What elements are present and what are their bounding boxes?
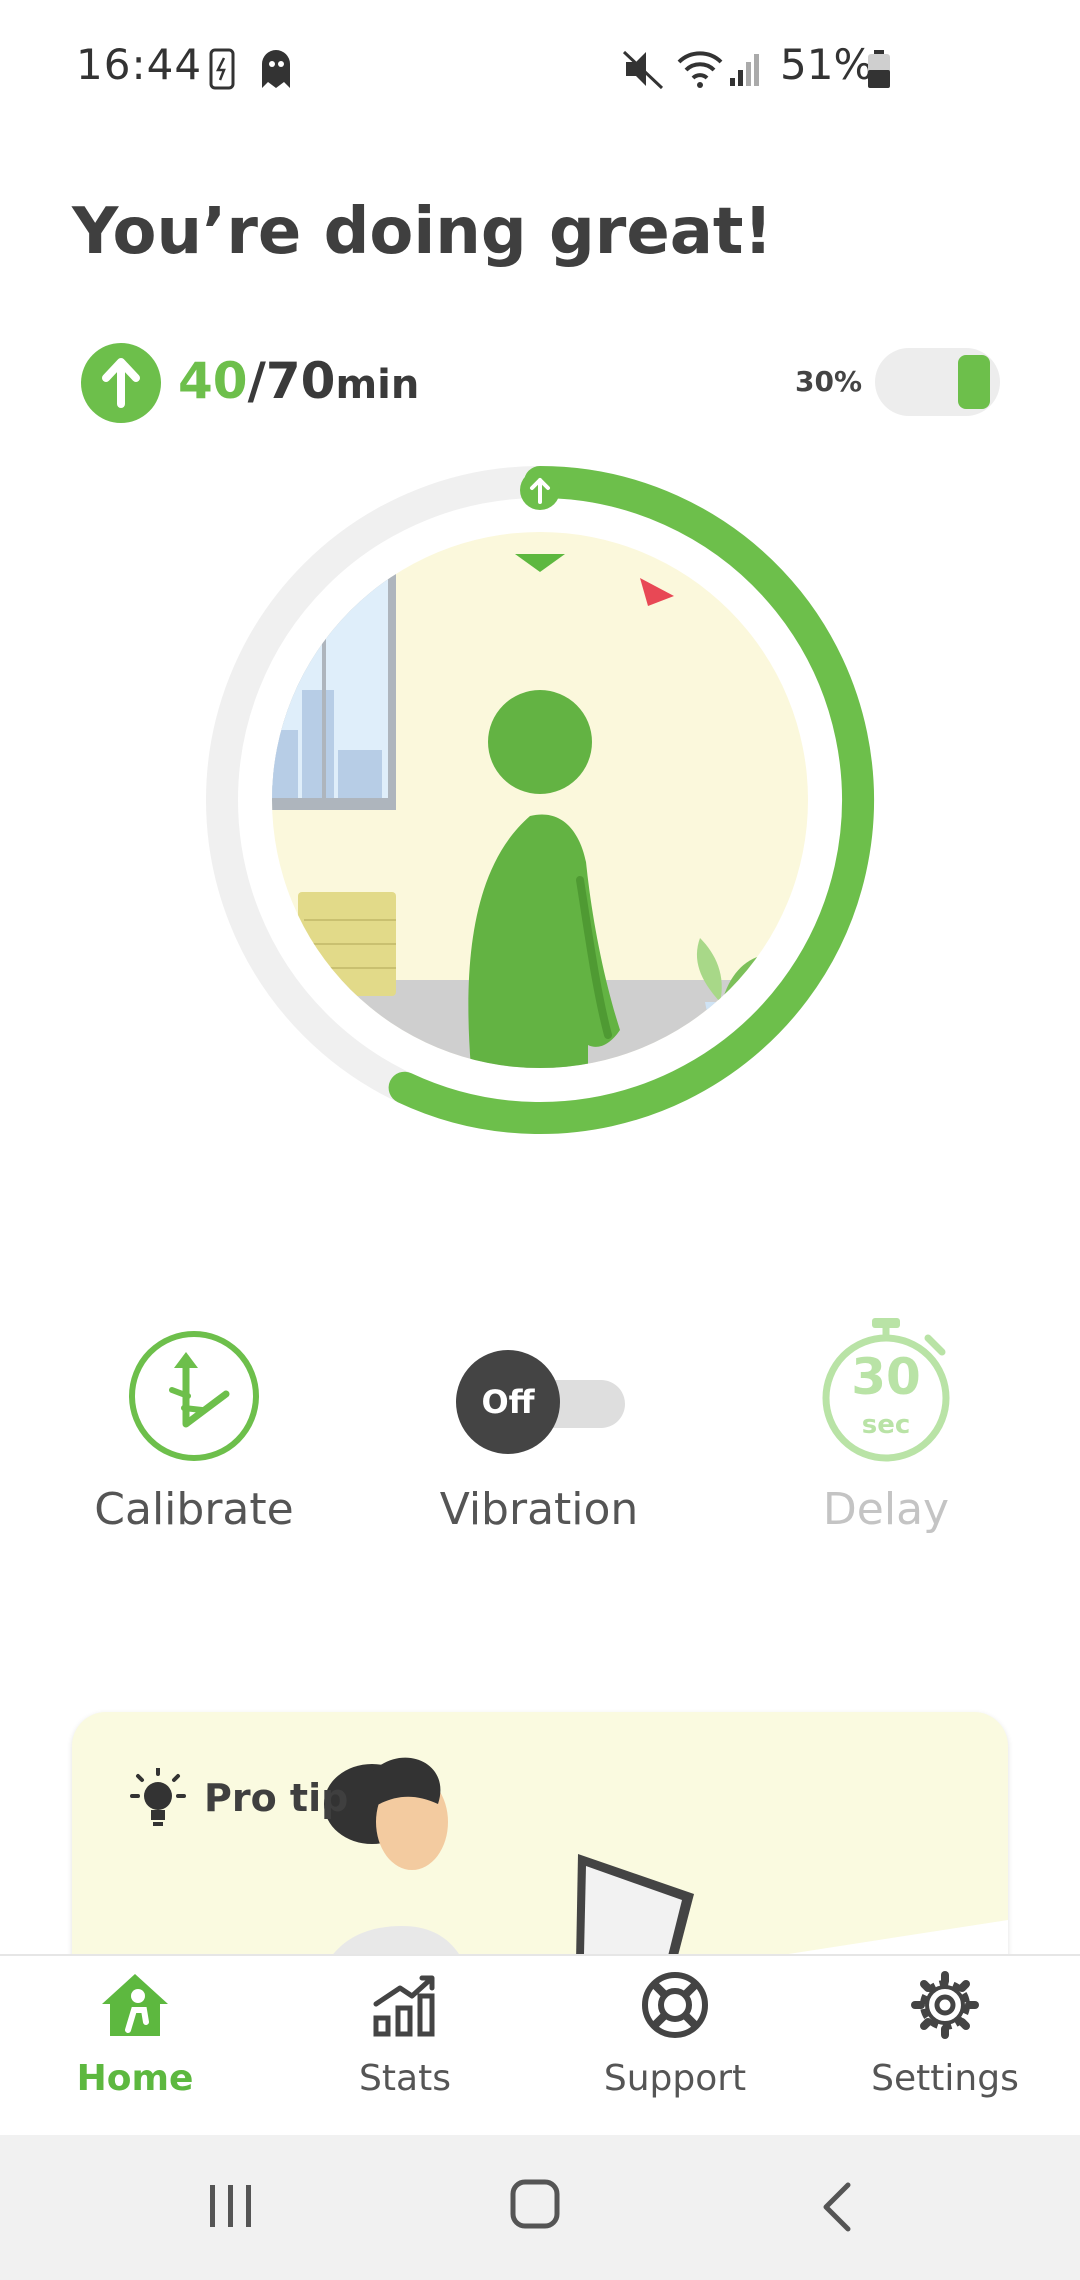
system-nav-bar [0, 2135, 1080, 2280]
vibration-toggle[interactable]: Off [456, 1350, 560, 1454]
signal-icon [730, 54, 759, 86]
vibration-label: Vibration [439, 1484, 639, 1535]
nav-settings-label: Settings [871, 2058, 1019, 2099]
delay-unit: sec [861, 1410, 911, 1440]
nav-stats[interactable]: Stats [270, 1960, 540, 2130]
status-time: 16:44 [76, 40, 203, 89]
nav-stats-label: Stats [359, 2058, 451, 2099]
nav-support-label: Support [603, 2058, 747, 2099]
app-ghost-icon [262, 50, 290, 88]
battery-percent: 51% [780, 40, 874, 89]
home-system-icon[interactable] [508, 2177, 564, 2233]
battery-icon [868, 50, 890, 88]
calibrate-label: Calibrate [94, 1484, 294, 1535]
mute-icon [622, 50, 664, 90]
nav-home[interactable]: Home [0, 1960, 270, 2130]
delay-value: 30 [851, 1348, 921, 1406]
stats-icon [373, 1975, 435, 2037]
lifebuoy-icon [642, 1972, 708, 2038]
lightbulb-icon [130, 1768, 186, 1826]
delay-button[interactable]: 30 sec [812, 1312, 972, 1472]
delay-label: Delay [822, 1484, 950, 1535]
posture-ring [206, 466, 874, 1134]
status-bar: 16:44 51% [0, 0, 1080, 140]
pro-tip-title: Pro tip [204, 1776, 349, 1820]
posture-up-icon [81, 343, 161, 423]
goal-done-minutes: 40 [178, 352, 248, 410]
phone-charge-icon [209, 48, 235, 90]
goal-total-minutes: /70 [247, 352, 336, 410]
goal-unit: min [335, 362, 420, 408]
recent-apps-icon[interactable] [206, 2181, 256, 2231]
home-icon [102, 1974, 168, 2036]
sensitivity-label: 30% [795, 365, 863, 398]
nav-support[interactable]: Support [540, 1960, 810, 2130]
nav-settings[interactable]: Settings [810, 1960, 1080, 2130]
page-title: You’re doing great! [72, 195, 773, 269]
calibrate-button[interactable] [126, 1328, 262, 1464]
wifi-icon [677, 51, 723, 88]
sensitivity-toggle-knob[interactable] [958, 355, 990, 409]
gear-icon [911, 1971, 979, 2039]
nav-home-label: Home [76, 2058, 194, 2099]
daily-goal-progress: 40/70min [178, 352, 419, 410]
back-icon[interactable] [816, 2179, 856, 2235]
